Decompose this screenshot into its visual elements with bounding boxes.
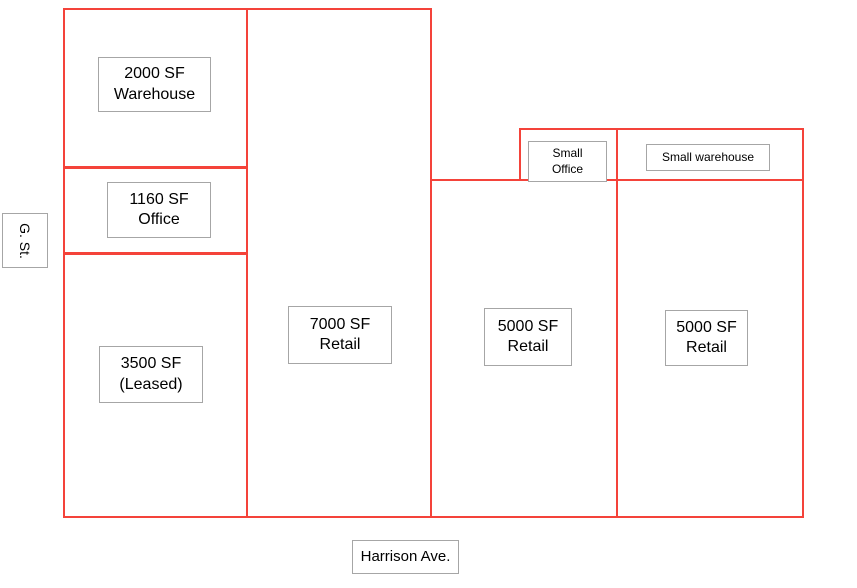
- parcel-retail-7000[interactable]: [246, 8, 432, 518]
- unit-label-line1: Small warehouse: [661, 149, 755, 164]
- street-label-g-st-text: G. St.: [16, 222, 33, 259]
- site-plan-diagram: G. St. Harrison Ave. 2000 SF Warehouse 1…: [0, 0, 857, 588]
- unit-label-leased-3500: 3500 SF (Leased): [99, 346, 203, 403]
- unit-label-use: Office: [138, 211, 180, 228]
- unit-label-area: 2000 SF: [124, 65, 185, 83]
- unit-label-area: 1160 SF: [129, 190, 189, 208]
- unit-label-line1: Small: [552, 146, 583, 161]
- unit-label-use: Retail: [319, 336, 361, 353]
- unit-label-retail-5000-right: 5000 SF Retail: [665, 310, 748, 366]
- unit-label-small-warehouse: Small warehouse: [646, 144, 770, 171]
- unit-label-line2: Office: [551, 161, 584, 176]
- unit-label-retail-5000-center: 5000 SF Retail: [484, 308, 572, 366]
- street-label-harrison-ave: Harrison Ave.: [352, 540, 459, 574]
- unit-label-small-office: Small Office: [528, 141, 607, 182]
- unit-label-retail-7000: 7000 SF Retail: [288, 306, 392, 364]
- street-label-g-st: G. St.: [2, 213, 48, 268]
- unit-label-area: 3500 SF: [120, 355, 182, 373]
- unit-label-use: Retail: [507, 338, 549, 355]
- street-label-harrison-ave-text: Harrison Ave.: [360, 548, 451, 566]
- unit-label-use: Retail: [686, 339, 727, 356]
- unit-label-office-1160: 1160 SF Office: [107, 182, 211, 238]
- unit-label-area: 5000 SF: [497, 317, 559, 335]
- unit-label-area: 7000 SF: [309, 315, 371, 333]
- unit-label-status: (Leased): [119, 375, 183, 393]
- unit-label-warehouse-2000: 2000 SF Warehouse: [98, 57, 211, 112]
- unit-label-use: Warehouse: [113, 85, 196, 103]
- unit-label-area: 5000 SF: [676, 318, 737, 336]
